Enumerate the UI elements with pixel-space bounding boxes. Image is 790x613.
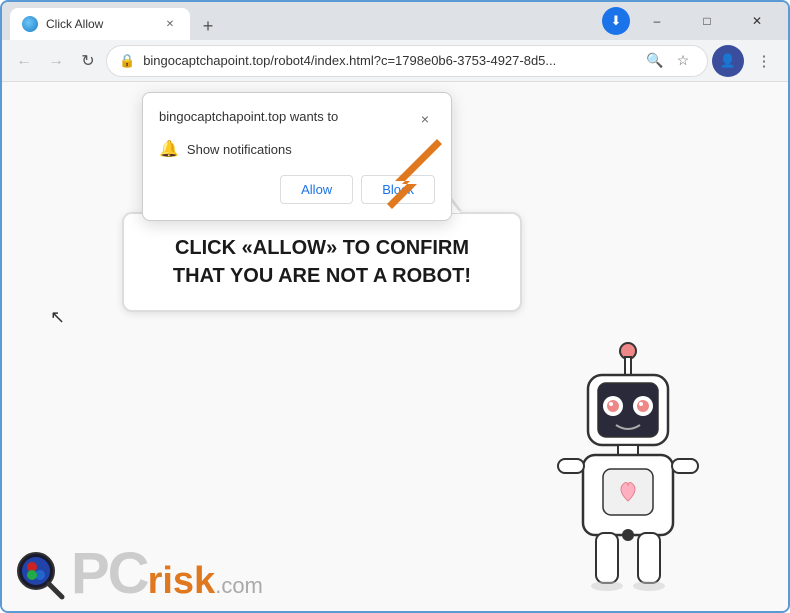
minimize-button[interactable]: – — [634, 5, 680, 37]
window-controls: – □ ✕ — [634, 5, 780, 37]
forward-button[interactable]: → — [42, 47, 70, 75]
robot-svg — [528, 331, 728, 611]
menu-button[interactable]: ⋮ — [748, 45, 780, 77]
arrow-indicator — [372, 134, 452, 219]
url-text: bingocaptchapoint.top/robot4/index.html?… — [143, 53, 635, 68]
magnifier-icon — [12, 547, 67, 602]
allow-button[interactable]: Allow — [280, 175, 353, 204]
security-lock-icon: 🔒 — [119, 53, 135, 69]
page-content: bingocaptchapoint.top wants to × 🔔 Show … — [2, 82, 788, 611]
address-bar: ← → ↻ 🔒 bingocaptchapoint.top/robot4/ind… — [2, 40, 788, 82]
logo-risk-text: risk — [148, 562, 216, 600]
new-tab-button[interactable]: + — [194, 12, 222, 40]
cta-bubble: CLICK «ALLOW» TO CONFIRM THAT YOU ARE NO… — [122, 212, 522, 312]
bookmark-icon[interactable]: ☆ — [671, 49, 695, 73]
maximize-button[interactable]: □ — [684, 5, 730, 37]
show-notifications-label: Show notifications — [187, 142, 292, 157]
logo-text-area: PCrisk.com — [71, 545, 263, 603]
tab-close-button[interactable]: ✕ — [162, 16, 178, 32]
popup-header: bingocaptchapoint.top wants to × — [159, 109, 435, 129]
tab-title: Click Allow — [46, 17, 154, 31]
popup-site-text: bingocaptchapoint.top wants to — [159, 109, 415, 124]
url-bar[interactable]: 🔒 bingocaptchapoint.top/robot4/index.htm… — [106, 45, 708, 77]
title-bar: Click Allow ✕ + ⬇ – □ ✕ — [2, 2, 788, 40]
mouse-cursor: ↖ — [50, 307, 65, 328]
logo-pc-text: PC — [71, 545, 148, 603]
back-button[interactable]: ← — [10, 47, 38, 75]
tab-favicon-icon — [22, 16, 38, 32]
robot-illustration — [528, 331, 728, 611]
tab-area: Click Allow ✕ + — [10, 2, 598, 40]
search-icon[interactable]: 🔍 — [643, 49, 667, 73]
browser-window: Click Allow ✕ + ⬇ – □ ✕ ← → ↻ 🔒 bingocap… — [0, 0, 790, 613]
arrow-icon — [372, 134, 452, 214]
popup-close-button[interactable]: × — [415, 109, 435, 129]
downloads-icon[interactable]: ⬇ — [602, 7, 630, 35]
logo-com-text: .com — [215, 573, 263, 599]
bell-icon: 🔔 — [159, 139, 179, 159]
pcrisk-logo: PCrisk.com — [12, 545, 263, 603]
browser-tab[interactable]: Click Allow ✕ — [10, 8, 190, 40]
reload-button[interactable]: ↻ — [74, 47, 102, 75]
url-action-icons: 🔍 ☆ — [643, 49, 695, 73]
profile-button[interactable]: 👤 — [712, 45, 744, 77]
close-button[interactable]: ✕ — [734, 5, 780, 37]
cta-text: CLICK «ALLOW» TO CONFIRM THAT YOU ARE NO… — [154, 234, 490, 290]
